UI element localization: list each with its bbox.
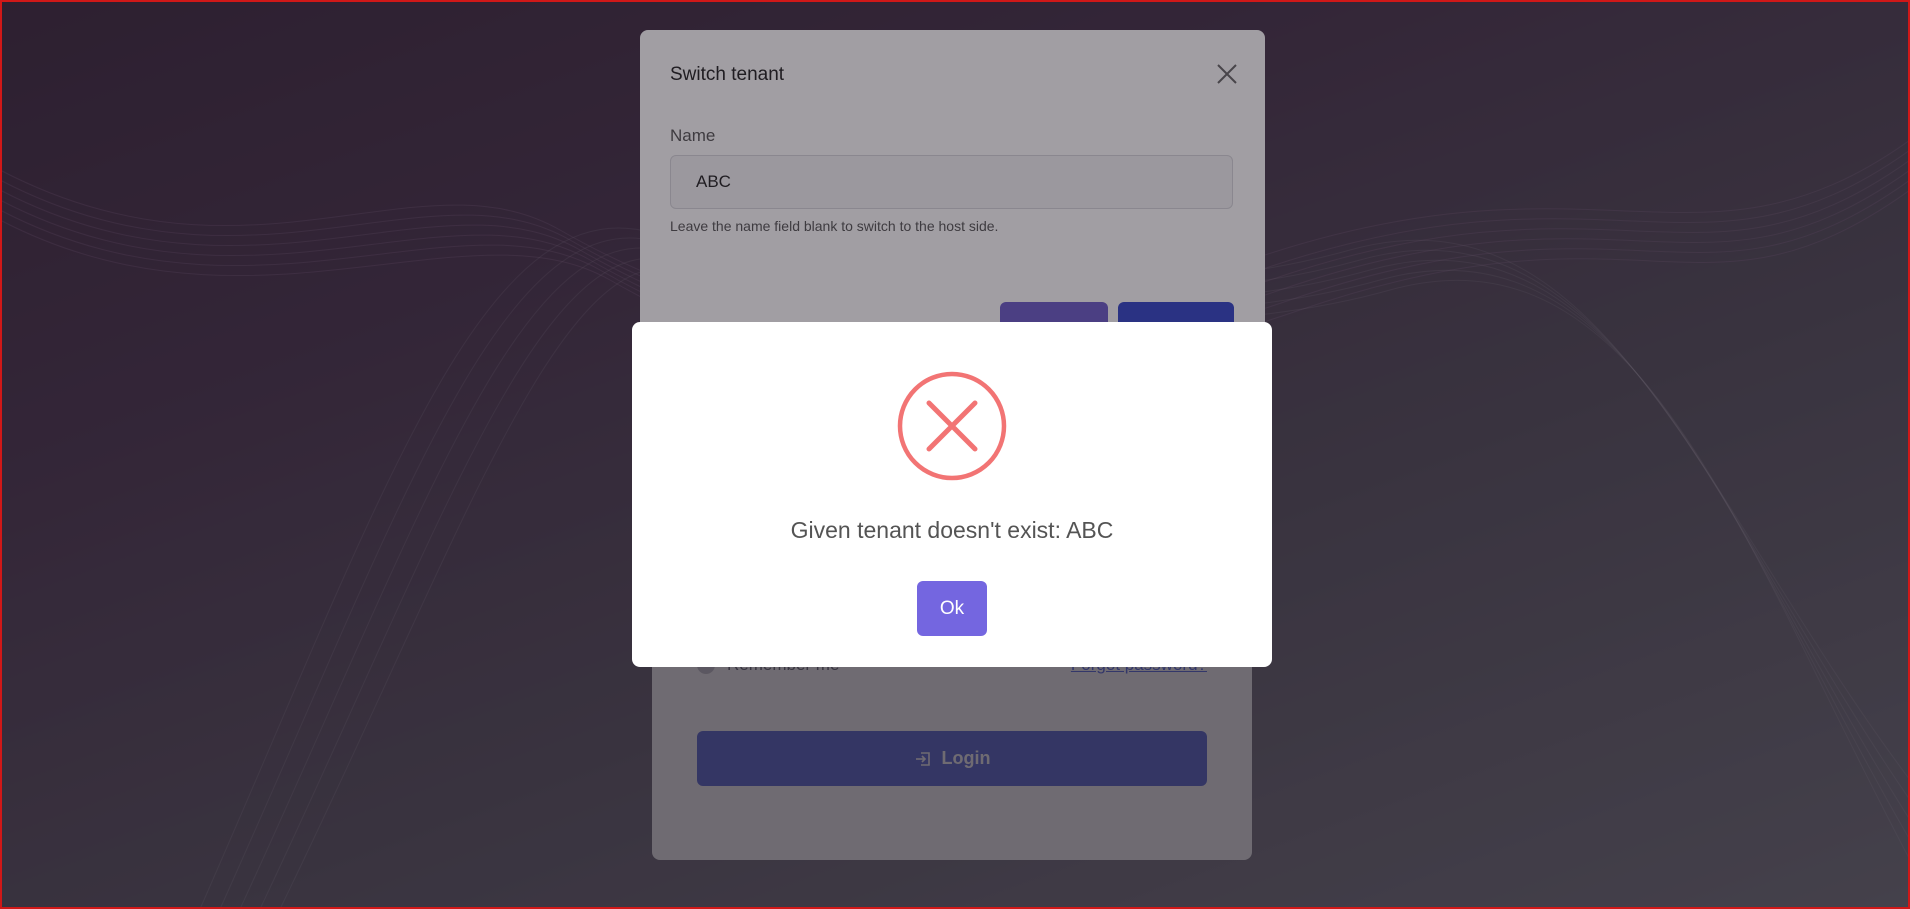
error-message: Given tenant doesn't exist: ABC bbox=[790, 517, 1114, 543]
error-x-icon bbox=[897, 371, 1007, 481]
error-dialog: Given tenant doesn't exist: ABC Ok bbox=[632, 322, 1272, 667]
ok-button[interactable]: Ok bbox=[917, 581, 987, 636]
